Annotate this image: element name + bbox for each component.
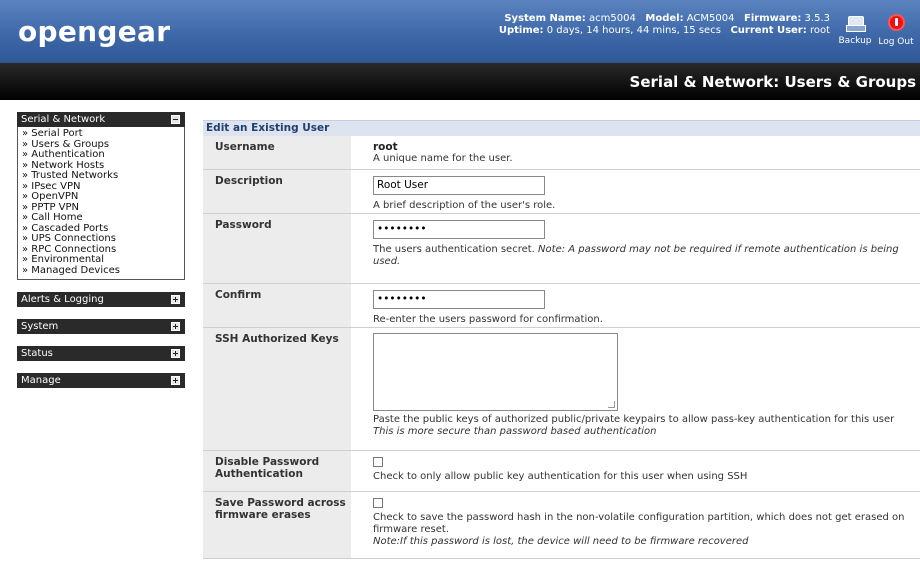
username-label: Username <box>203 136 351 169</box>
ssh-keys-textarea[interactable] <box>373 333 618 411</box>
ssh-keys-note: This is more secure than password based … <box>373 426 657 437</box>
disable-password-label: Disable Password Authentication <box>203 451 351 491</box>
logout-button[interactable]: Log Out <box>874 14 918 47</box>
sidebar-section-manage: Manage <box>17 373 185 388</box>
current-user-label: Current User: <box>730 25 807 36</box>
sidebar-section-title: Alerts & Logging <box>21 294 104 305</box>
disable-password-checkbox[interactable] <box>373 457 383 467</box>
password-help-text: The users authentication secret. <box>373 244 539 255</box>
description-label: Description <box>203 170 351 213</box>
collapse-icon[interactable] <box>171 115 180 124</box>
sidebar-section-system: System <box>17 319 185 334</box>
ssh-keys-help: Paste the public keys of authorized publ… <box>373 414 895 425</box>
sidebar-item-openvpn[interactable]: » OpenVPN <box>22 191 184 203</box>
app-header: opengear System Name: acm5004 Model: ACM… <box>0 0 920 63</box>
sidebar-section-title: Status <box>21 348 53 359</box>
edit-user-form: Edit an Existing User Username root A un… <box>203 120 920 559</box>
firmware-label: Firmware: <box>744 13 802 24</box>
sidebar-section-serial-network: Serial & Network » Serial Port » Users &… <box>17 112 185 280</box>
page-title-bar: Serial & Network: Users & Groups <box>0 63 920 100</box>
password-help: The users authentication secret. Note: A… <box>373 244 914 268</box>
expand-icon[interactable] <box>171 322 180 331</box>
sidebar-item-environmental[interactable]: » Environmental <box>22 254 184 266</box>
password-input[interactable]: •••••••• <box>373 220 545 239</box>
page-title: Serial & Network: Users & Groups <box>629 73 916 91</box>
sidebar: Serial & Network » Serial Port » Users &… <box>17 112 185 400</box>
uptime-label: Uptime: <box>498 25 544 36</box>
model-value: ACM5004 <box>686 13 735 24</box>
password-row: Password •••••••• The users authenticati… <box>203 214 920 284</box>
system-name-value: acm5004 <box>589 13 636 24</box>
description-row: Description Root User A brief descriptio… <box>203 170 920 214</box>
ssh-keys-row: SSH Authorized Keys Paste the public key… <box>203 328 920 451</box>
logout-label: Log Out <box>878 37 914 47</box>
sidebar-item-trusted-networks[interactable]: » Trusted Networks <box>22 170 184 182</box>
sidebar-item-managed-devices[interactable]: » Managed Devices <box>22 265 184 277</box>
expand-icon[interactable] <box>171 376 180 385</box>
save-password-label: Save Password across firmware erases <box>203 492 351 558</box>
description-input[interactable]: Root User <box>373 176 545 195</box>
sidebar-item-serial-port[interactable]: » Serial Port <box>22 128 184 140</box>
save-password-note: Note:If this password is lost, the devic… <box>373 536 749 547</box>
disable-password-row: Disable Password Authentication Check to… <box>203 451 920 492</box>
sidebar-section-status: Status <box>17 346 185 361</box>
sidebar-item-authentication[interactable]: » Authentication <box>22 149 184 161</box>
system-name-label: System Name: <box>504 13 586 24</box>
password-label: Password <box>203 214 351 283</box>
sidebar-section-header-status[interactable]: Status <box>17 346 185 361</box>
opengear-logo: opengear <box>18 15 171 48</box>
sidebar-section-title: Serial & Network <box>21 114 106 125</box>
expand-icon[interactable] <box>171 349 180 358</box>
save-password-help: Check to save the password hash in the n… <box>373 512 905 535</box>
backup-button[interactable]: Backup <box>833 14 877 46</box>
sidebar-menu: » Serial Port » Users & Groups » Authent… <box>17 127 185 280</box>
sidebar-section-header-system[interactable]: System <box>17 319 185 334</box>
current-user-value: root <box>809 25 830 36</box>
sidebar-section-header-manage[interactable]: Manage <box>17 373 185 388</box>
expand-icon[interactable] <box>171 295 180 304</box>
sidebar-item-call-home[interactable]: » Call Home <box>22 212 184 224</box>
confirm-help: Re-enter the users password for confirma… <box>373 314 603 325</box>
username-help: A unique name for the user. <box>373 153 513 164</box>
username-row: Username root A unique name for the user… <box>203 136 920 170</box>
form-heading: Edit an Existing User <box>203 120 920 136</box>
username-value: root <box>373 141 398 153</box>
save-password-checkbox[interactable] <box>373 498 383 508</box>
backup-icon <box>846 14 866 32</box>
power-icon <box>887 14 905 31</box>
description-help: A brief description of the user's role. <box>373 200 556 211</box>
confirm-row: Confirm •••••••• Re-enter the users pass… <box>203 284 920 328</box>
save-password-row: Save Password across firmware erases Che… <box>203 492 920 559</box>
sidebar-section-title: System <box>21 321 59 332</box>
sidebar-section-title: Manage <box>21 375 61 386</box>
sidebar-section-alerts-logging: Alerts & Logging <box>17 292 185 307</box>
sidebar-item-ups-connections[interactable]: » UPS Connections <box>22 233 184 245</box>
confirm-label: Confirm <box>203 284 351 327</box>
model-label: Model: <box>645 13 684 24</box>
sidebar-section-header-alerts-logging[interactable]: Alerts & Logging <box>17 292 185 307</box>
ssh-keys-label: SSH Authorized Keys <box>203 328 351 450</box>
sidebar-section-header-serial-network[interactable]: Serial & Network <box>17 112 185 127</box>
firmware-value: 3.5.3 <box>804 13 830 24</box>
disable-password-help: Check to only allow public key authentic… <box>373 471 748 482</box>
confirm-password-input[interactable]: •••••••• <box>373 290 545 309</box>
backup-label: Backup <box>838 36 872 46</box>
uptime-value: 0 days, 14 hours, 44 mins, 15 secs <box>546 25 721 36</box>
system-info: System Name: acm5004 Model: ACM5004 Firm… <box>470 13 830 37</box>
